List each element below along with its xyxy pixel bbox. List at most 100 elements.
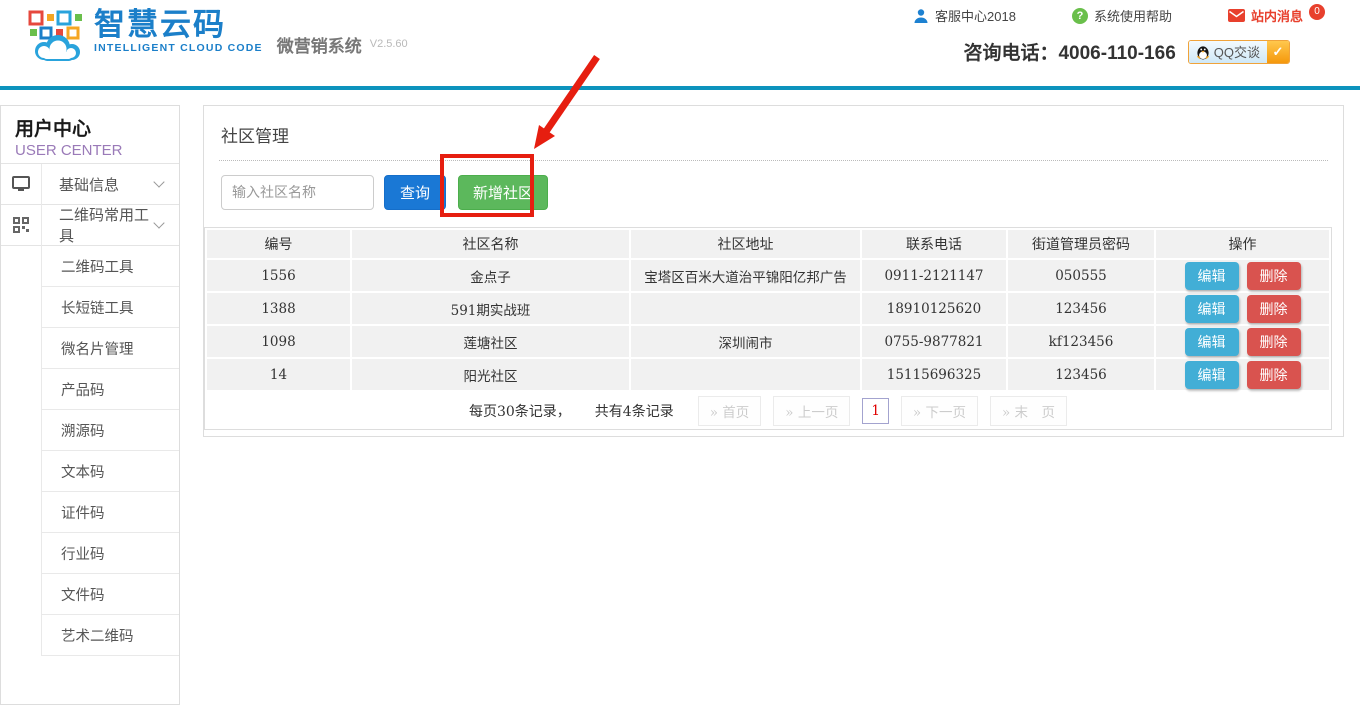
sidebar-item-basic-info[interactable]: 基础信息 xyxy=(1,164,179,205)
app-header: 智慧云码 INTELLIGENT CLOUD CODE 微营销系统 V2.5.6… xyxy=(0,0,1360,90)
cell-address: 宝塔区百米大道治平锦阳亿邦广告 xyxy=(631,260,860,291)
table-row: 1388 591期实战班 18910125620 123456 编辑删除 xyxy=(207,293,1329,324)
delete-button[interactable]: 删除 xyxy=(1247,262,1301,290)
hotline-number: 咨询电话：4006-110-166 xyxy=(963,38,1175,65)
cell-address: 深圳闹市 xyxy=(631,326,860,357)
table-row: 1098 莲塘社区 深圳闹市 0755-9877821 kf123456 编辑删… xyxy=(207,326,1329,357)
sidebar-subitem-trace-code[interactable]: 溯源码 xyxy=(42,410,179,451)
cell-address xyxy=(631,359,860,390)
edit-button[interactable]: 编辑 xyxy=(1185,295,1239,323)
hotline-row: 咨询电话：4006-110-166 QQ交谈 ✓ xyxy=(963,38,1290,65)
sidebar-item-label: 基础信息 xyxy=(41,174,155,195)
col-header-operation: 操作 xyxy=(1156,230,1329,258)
user-icon xyxy=(913,8,929,24)
system-help-link[interactable]: ? 系统使用帮助 xyxy=(1072,6,1172,25)
col-header-phone: 联系电话 xyxy=(862,230,1006,258)
add-community-button[interactable]: 新增社区 xyxy=(458,175,548,210)
qq-verified-icon: ✓ xyxy=(1267,41,1289,63)
cell-id: 1556 xyxy=(207,260,350,291)
logo-subtitle: INTELLIGENT CLOUD CODE xyxy=(94,42,263,54)
sidebar-subitem-certificate-code[interactable]: 证件码 xyxy=(42,492,179,533)
table-header-row: 编号 社区名称 社区地址 联系电话 街道管理员密码 操作 xyxy=(207,230,1329,258)
prev-page-button[interactable]: » 上一页 xyxy=(773,396,850,426)
search-row: 查询 新增社区 xyxy=(221,175,1343,210)
col-header-name: 社区名称 xyxy=(352,230,629,258)
sidebar-subitem-art-qrcode[interactable]: 艺术二维码 xyxy=(42,615,179,656)
table-row: 1556 金点子 宝塔区百米大道治平锦阳亿邦广告 0911-2121147 05… xyxy=(207,260,1329,291)
sidebar-subitem-micro-card[interactable]: 微名片管理 xyxy=(42,328,179,369)
help-icon: ? xyxy=(1072,8,1088,24)
site-messages-link[interactable]: 站内消息 0 xyxy=(1228,6,1325,25)
cell-operation: 编辑删除 xyxy=(1156,326,1329,357)
app-logo: 智慧云码 INTELLIGENT CLOUD CODE 微营销系统 V2.5.6… xyxy=(28,8,408,62)
service-center-label: 客服中心2018 xyxy=(935,6,1016,25)
sidebar-subitem-file-code[interactable]: 文件码 xyxy=(42,574,179,615)
chevron-down-icon xyxy=(153,176,164,187)
sidebar-subitem-product-code[interactable]: 产品码 xyxy=(42,369,179,410)
sidebar-subitem-text-code[interactable]: 文本码 xyxy=(42,451,179,492)
edit-button[interactable]: 编辑 xyxy=(1185,361,1239,389)
system-help-label: 系统使用帮助 xyxy=(1094,6,1172,25)
sidebar-subitem-shortlink-tool[interactable]: 长短链工具 xyxy=(42,287,179,328)
community-name-input[interactable] xyxy=(221,175,374,210)
next-page-button[interactable]: » 下一页 xyxy=(901,396,978,426)
sidebar-title: 用户中心 xyxy=(15,114,165,141)
cell-operation: 编辑删除 xyxy=(1156,293,1329,324)
mail-icon xyxy=(1228,9,1245,22)
cell-phone: 15115696325 xyxy=(862,359,1006,390)
system-name: 微营销系统 xyxy=(277,32,362,57)
sidebar-subitem-qrcode-tool[interactable]: 二维码工具 xyxy=(42,246,179,287)
query-button[interactable]: 查询 xyxy=(384,175,446,210)
delete-button[interactable]: 删除 xyxy=(1247,361,1301,389)
page-title: 社区管理 xyxy=(221,122,1328,147)
col-header-id: 编号 xyxy=(207,230,350,258)
delete-button[interactable]: 删除 xyxy=(1247,295,1301,323)
col-header-address: 社区地址 xyxy=(631,230,860,258)
cell-operation: 编辑删除 xyxy=(1156,260,1329,291)
sidebar-subtitle: USER CENTER xyxy=(15,142,165,159)
cell-operation: 编辑删除 xyxy=(1156,359,1329,390)
cell-name: 阳光社区 xyxy=(352,359,629,390)
cell-password: kf123456 xyxy=(1008,326,1154,357)
divider xyxy=(219,160,1328,161)
cell-id: 1098 xyxy=(207,326,350,357)
edit-button[interactable]: 编辑 xyxy=(1185,262,1239,290)
total-records-text: 共有4条记录 xyxy=(595,401,674,421)
first-page-button[interactable]: » 首页 xyxy=(698,396,762,426)
sidebar-item-label: 二维码常用工具 xyxy=(41,204,155,246)
messages-count-badge: 0 xyxy=(1309,4,1325,20)
cloud-qrcode-logo-icon xyxy=(28,10,86,62)
chevron-down-icon xyxy=(153,217,164,228)
cell-phone: 0911-2121147 xyxy=(862,260,1006,291)
pagination: 每页30条记录， 共有4条记录 » 首页 » 上一页 1 » 下一页 » 末 页 xyxy=(205,392,1331,429)
cell-password: 123456 xyxy=(1008,293,1154,324)
qq-chat-button[interactable]: QQ交谈 ✓ xyxy=(1188,40,1290,64)
cell-id: 1388 xyxy=(207,293,350,324)
qq-chat-label: QQ交谈 xyxy=(1214,42,1260,61)
current-page-button[interactable]: 1 xyxy=(862,398,889,424)
community-table: 编号 社区名称 社区地址 联系电话 街道管理员密码 操作 1556 金点子 宝塔… xyxy=(205,228,1331,392)
qq-penguin-icon xyxy=(1196,44,1210,60)
col-header-password: 街道管理员密码 xyxy=(1008,230,1154,258)
cell-password: 123456 xyxy=(1008,359,1154,390)
sidebar-item-qrcode-tools[interactable]: 二维码常用工具 xyxy=(1,205,179,246)
sidebar-menu: 基础信息 二维码常用工具 二维码工具 长短链工具 微名片管理 产品码 溯源码 文… xyxy=(1,164,179,656)
edit-button[interactable]: 编辑 xyxy=(1185,328,1239,356)
cell-phone: 18910125620 xyxy=(862,293,1006,324)
cell-address xyxy=(631,293,860,324)
community-management-panel: 社区管理 查询 新增社区 编号 社区名称 社区地址 联系电话 街道管理员密码 操… xyxy=(203,105,1344,437)
service-center-link[interactable]: 客服中心2018 xyxy=(913,6,1016,25)
top-nav: 客服中心2018 ? 系统使用帮助 站内消息 0 xyxy=(913,6,1325,25)
sidebar: 用户中心 USER CENTER 基础信息 二维 xyxy=(0,105,180,705)
site-messages-label: 站内消息 xyxy=(1251,6,1303,25)
table-row: 14 阳光社区 15115696325 123456 编辑删除 xyxy=(207,359,1329,390)
sidebar-subitem-industry-code[interactable]: 行业码 xyxy=(42,533,179,574)
cell-name: 莲塘社区 xyxy=(352,326,629,357)
cell-phone: 0755-9877821 xyxy=(862,326,1006,357)
cell-id: 14 xyxy=(207,359,350,390)
delete-button[interactable]: 删除 xyxy=(1247,328,1301,356)
monitor-icon xyxy=(1,176,41,192)
last-page-button[interactable]: » 末 页 xyxy=(990,396,1067,426)
community-table-wrap: 编号 社区名称 社区地址 联系电话 街道管理员密码 操作 1556 金点子 宝塔… xyxy=(204,227,1332,430)
system-version: V2.5.60 xyxy=(370,38,408,50)
